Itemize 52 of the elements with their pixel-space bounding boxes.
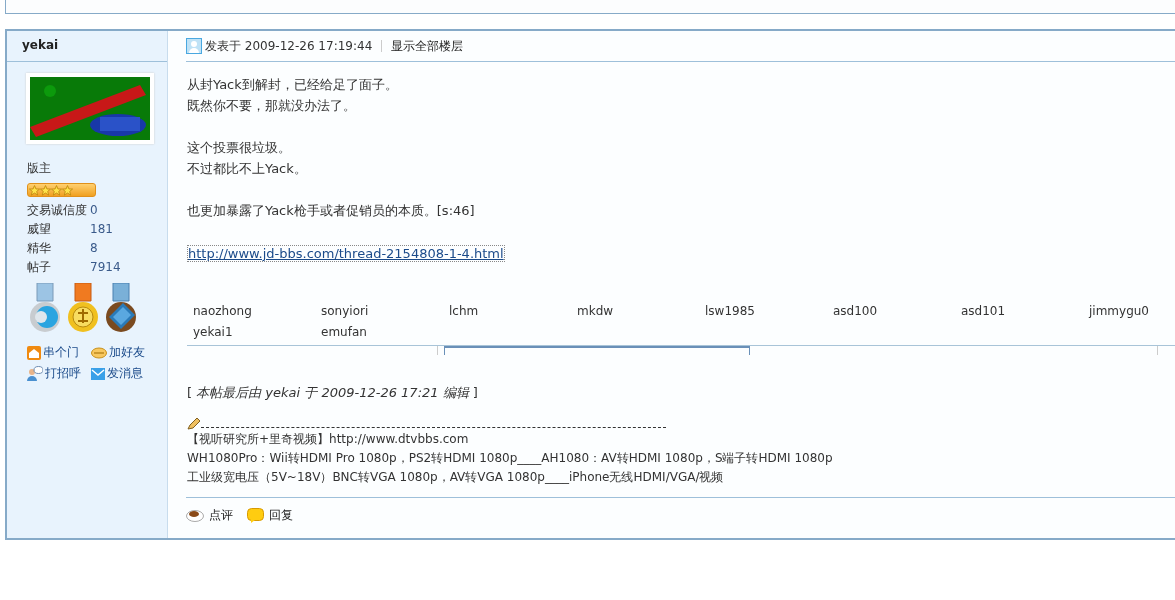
voter-name: lchm [449, 303, 480, 320]
voter-name: mkdw [577, 303, 615, 320]
stat-value: 8 [90, 240, 99, 256]
stat-label: 精华 [27, 240, 52, 256]
speech-bubble-icon [247, 507, 264, 523]
post-text-line: 不过都比不上Yack。 [187, 159, 308, 178]
user-icon [186, 38, 202, 54]
post-text-line: 也更加暴露了Yack枪手或者促销员的本质。[s:46] [187, 202, 476, 220]
profile-action-link[interactable]: 加好友 [91, 344, 167, 361]
voter-name: naozhong [193, 303, 253, 320]
voter-name: sonyiori [321, 303, 370, 320]
star-icon [29, 184, 40, 196]
voter-name: asd101 [961, 303, 1007, 320]
user-group: 版主 [27, 160, 167, 177]
post-action-link[interactable]: 点评 [186, 506, 233, 524]
stat-label: 威望 [27, 221, 52, 237]
medal-icon [28, 283, 62, 335]
username[interactable]: yekai [7, 31, 167, 62]
star-icon [62, 184, 73, 196]
signature-line: 工业级宽电压（5V~18V）BNC转VGA 1080p，AV转VGA 1080p____iPhone无线HDMI/VGA/视频 [187, 468, 725, 486]
edit-note: [ 本帖最后由 yekai 于 2009-12-26 17:21 编辑 ] [187, 384, 479, 402]
post-action-link[interactable]: 回复 [247, 506, 293, 524]
star-icon [51, 184, 62, 196]
voter-name: emufan [321, 324, 368, 341]
voter-name: lsw1985 [705, 303, 756, 320]
post-text-line: 从封Yack到解封，已经给足了面子。 [187, 76, 399, 94]
post-text-line: 这个投票很垃圾。 [187, 139, 292, 157]
profile-action-link[interactable]: 发消息 [91, 365, 167, 382]
stat-label: 帖子 [27, 259, 52, 275]
star-icon [40, 184, 51, 196]
voter-name: jimmygu0 [1089, 303, 1150, 320]
medal-icon [66, 283, 100, 335]
voter-name: asd100 [833, 303, 879, 320]
post-text-line: 既然你不要，那就没办法了。 [187, 96, 357, 115]
mail-icon [91, 367, 105, 380]
signature-line: 【视听研究所+里奇视频】http://www.dtvbbs.com [187, 430, 470, 448]
stat-value: 181 [90, 221, 114, 237]
thread-link[interactable]: http://www.jd-bbs.com/thread-2154808-1-4.html [187, 244, 505, 262]
profile-action-link[interactable]: 串个门 [27, 344, 91, 361]
stat-label: 交易诚信度 [27, 202, 88, 218]
profile-action-link[interactable]: 打招呼 [27, 365, 91, 382]
chat-person-icon [27, 366, 43, 381]
show-all-floors-link[interactable]: 显示全部楼层 [391, 37, 464, 55]
pencil-icon [187, 417, 201, 430]
stat-value: 0 [90, 202, 99, 218]
voter-name: yekai1 [193, 324, 234, 341]
medal-icon [104, 283, 138, 335]
coffee-cup-icon [186, 508, 204, 522]
post-time: 发表于 2009-12-26 17:19:44 [205, 37, 373, 55]
stat-value: 7914 [90, 259, 122, 275]
home-icon [27, 345, 41, 360]
signature-line: WH1080Pro：Wii转HDMI Pro 1080p，PS2转HDMI 1080p____AH1080：AV转HDMI 1080p，S端子转HDMI 1080p [187, 449, 834, 467]
